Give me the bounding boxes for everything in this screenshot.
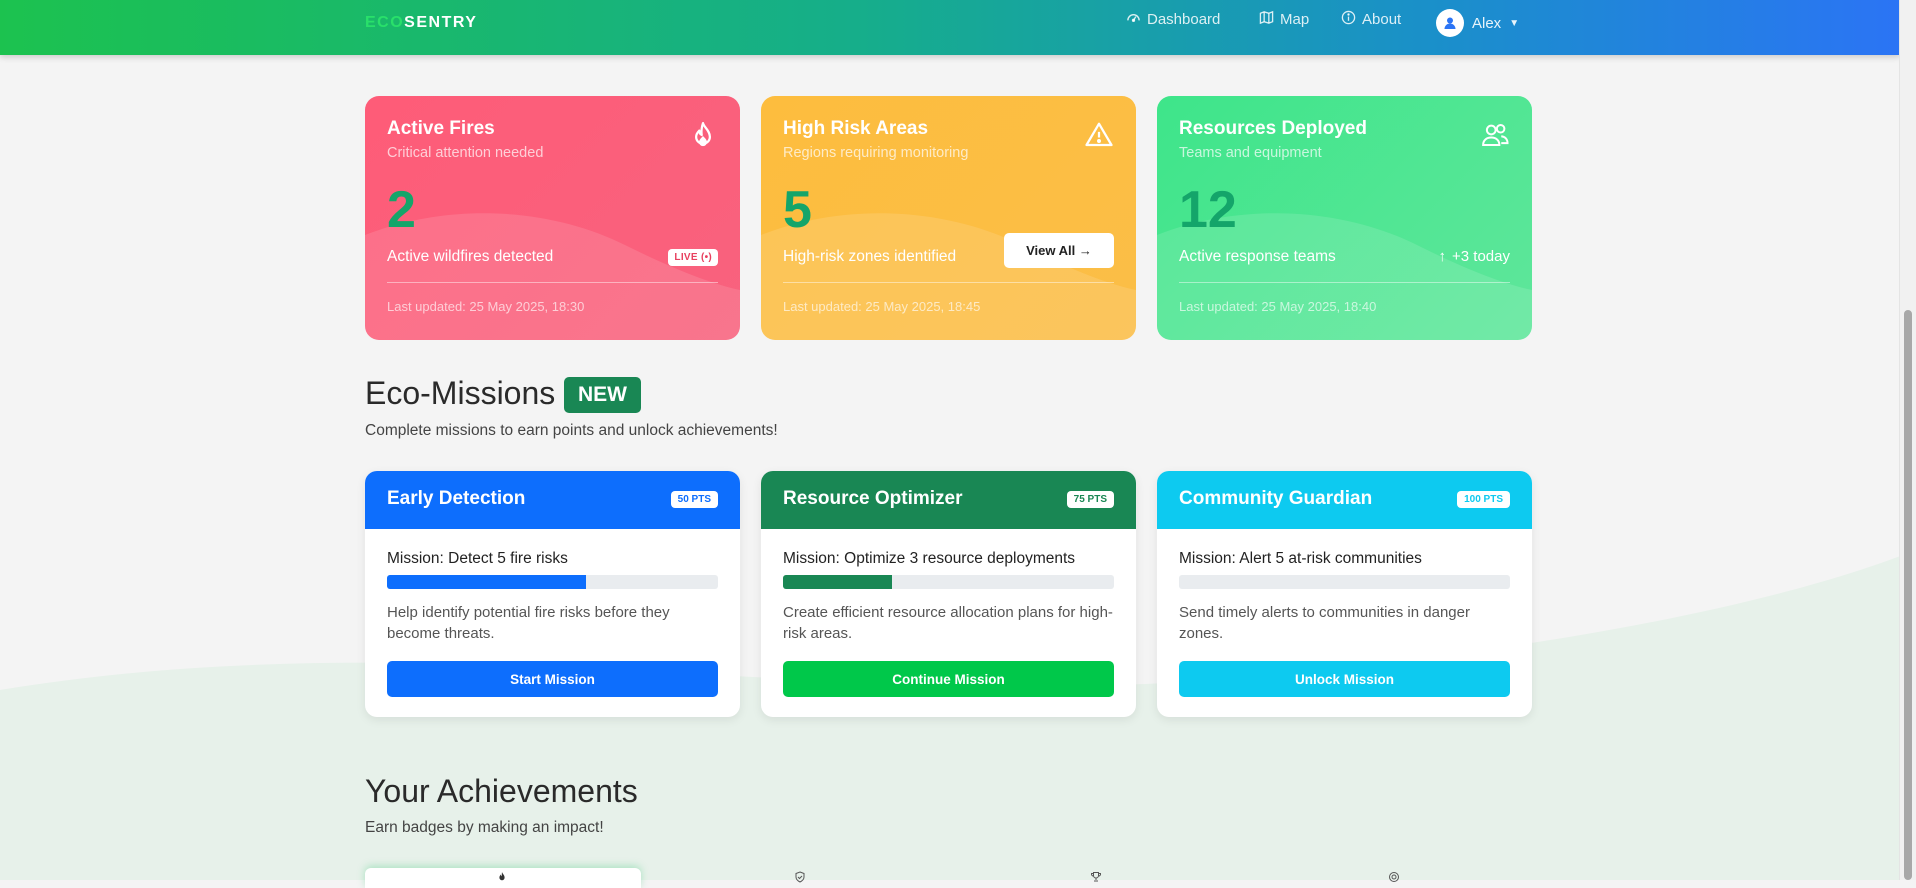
mission-goal: Mission: Alert 5 at-risk communities [1179, 550, 1422, 567]
nav-link-map[interactable]: Map [1259, 10, 1309, 29]
mission-header: Resource Optimizer 75 PTS [761, 471, 1136, 529]
mission-goal: Mission: Detect 5 fire risks [387, 550, 568, 567]
trend-indicator: ↑ +3 today [1439, 248, 1510, 265]
brand-sentry-text: SENTRY [404, 14, 478, 31]
user-menu[interactable]: Alex ▼ [1436, 9, 1519, 37]
section-subtitle-missions: Complete missions to earn points and unl… [365, 422, 778, 439]
nav-link-label: Map [1280, 11, 1310, 28]
mission-goal: Mission: Optimize 3 resource deployments [783, 550, 1076, 567]
live-badge-label: LIVE [674, 252, 698, 263]
stat-value: 5 [783, 181, 812, 239]
mission-progress-bar [387, 575, 718, 589]
brand-eco-text: ECO [365, 14, 405, 31]
navbar: ECOSENTRY Dashboard Map About Alex ▼ [0, 0, 1900, 55]
mission-card-community-guardian: Community Guardian 100 PTS Mission: Aler… [1157, 471, 1532, 717]
progress-fill [783, 575, 893, 589]
stat-subtitle: Teams and equipment [1179, 145, 1322, 161]
mission-description: Help identify potential fire risks befor… [387, 604, 670, 642]
section-title-achievements: Your Achievements [365, 773, 638, 809]
nav-link-about[interactable]: About [1341, 10, 1401, 29]
nav-link-label: About [1362, 11, 1402, 28]
map-icon [1259, 10, 1274, 29]
stat-card-active-fires: Active Fires Critical attention needed 2… [365, 96, 740, 340]
points-badge: 75 PTS [1066, 491, 1114, 508]
mission-name: Resource Optimizer [783, 488, 963, 509]
warning-icon [1084, 120, 1114, 150]
nav-link-dashboard[interactable]: Dashboard [1126, 10, 1220, 29]
view-all-button[interactable]: View All → [1004, 233, 1114, 268]
arrow-up-icon: ↑ [1438, 248, 1447, 265]
stat-title: High Risk Areas [783, 118, 929, 139]
target-icon [1388, 871, 1400, 883]
divider [387, 282, 718, 283]
stat-updated-time: Last updated: 25 May 2025, 18:30 [387, 299, 585, 314]
section-title-missions: Eco-Missions [365, 375, 556, 411]
stat-value: 12 [1179, 181, 1237, 239]
mission-description: Send timely alerts to communities in dan… [1179, 604, 1470, 642]
mission-card-resource-optimizer: Resource Optimizer 75 PTS Mission: Optim… [761, 471, 1136, 717]
dashboard-icon [1126, 10, 1141, 29]
stat-card-high-risk-areas: High Risk Areas Regions requiring monito… [761, 96, 1136, 340]
unlock-mission-button[interactable]: Unlock Mission [1179, 661, 1510, 697]
new-badge: NEW [564, 377, 641, 413]
points-badge: 100 PTS [1457, 491, 1510, 508]
people-icon [1480, 120, 1510, 150]
mission-progress-bar [1179, 575, 1510, 589]
stat-subtitle: Critical attention needed [387, 145, 544, 161]
stat-value: 2 [387, 181, 416, 239]
broadcast-icon: (•) [700, 252, 712, 263]
stat-subtitle: Regions requiring monitoring [783, 145, 969, 161]
divider [1179, 282, 1510, 283]
mission-header: Early Detection 50 PTS [365, 471, 740, 529]
avatar [1436, 9, 1464, 37]
stat-description: Active wildfires detected [387, 248, 554, 265]
points-badge: 50 PTS [670, 491, 718, 508]
start-mission-button[interactable]: Start Mission [387, 661, 718, 697]
mission-description: Create efficient resource allocation pla… [783, 604, 1113, 642]
stat-updated-time: Last updated: 25 May 2025, 18:45 [783, 299, 981, 314]
brand-logo[interactable]: ECOSENTRY [365, 14, 477, 32]
stat-card-resources-deployed: Resources Deployed Teams and equipment 1… [1157, 96, 1532, 340]
mission-header: Community Guardian 100 PTS [1157, 471, 1532, 529]
stat-description: Active response teams [1179, 248, 1336, 265]
user-icon [1444, 17, 1456, 29]
stat-title: Resources Deployed [1179, 118, 1367, 139]
stat-title: Active Fires [387, 118, 495, 139]
mission-name: Early Detection [387, 488, 526, 509]
fire-icon [496, 871, 508, 883]
chevron-down-icon: ▼ [1509, 17, 1520, 29]
mission-card-early-detection: Early Detection 50 PTS Mission: Detect 5… [365, 471, 740, 717]
section-subtitle-achievements: Earn badges by making an impact! [365, 819, 604, 836]
live-badge: LIVE (•) [668, 249, 718, 266]
progress-fill [387, 575, 586, 589]
divider [783, 282, 1114, 283]
stat-updated-time: Last updated: 25 May 2025, 18:40 [1179, 299, 1377, 314]
vertical-scrollbar[interactable] [1899, 0, 1916, 880]
scrollbar-thumb[interactable] [1904, 310, 1912, 880]
user-name: Alex [1472, 14, 1502, 32]
trend-label: +3 today [1452, 248, 1510, 265]
fire-icon [688, 120, 718, 150]
mission-progress-bar [783, 575, 1114, 589]
nav-link-label: Dashboard [1147, 11, 1221, 28]
continue-mission-button[interactable]: Continue Mission [783, 661, 1114, 697]
stat-description: High-risk zones identified [783, 248, 957, 265]
info-icon [1341, 10, 1356, 29]
mission-name: Community Guardian [1179, 488, 1373, 509]
shield-icon [794, 871, 806, 883]
trophy-icon [1090, 871, 1102, 883]
